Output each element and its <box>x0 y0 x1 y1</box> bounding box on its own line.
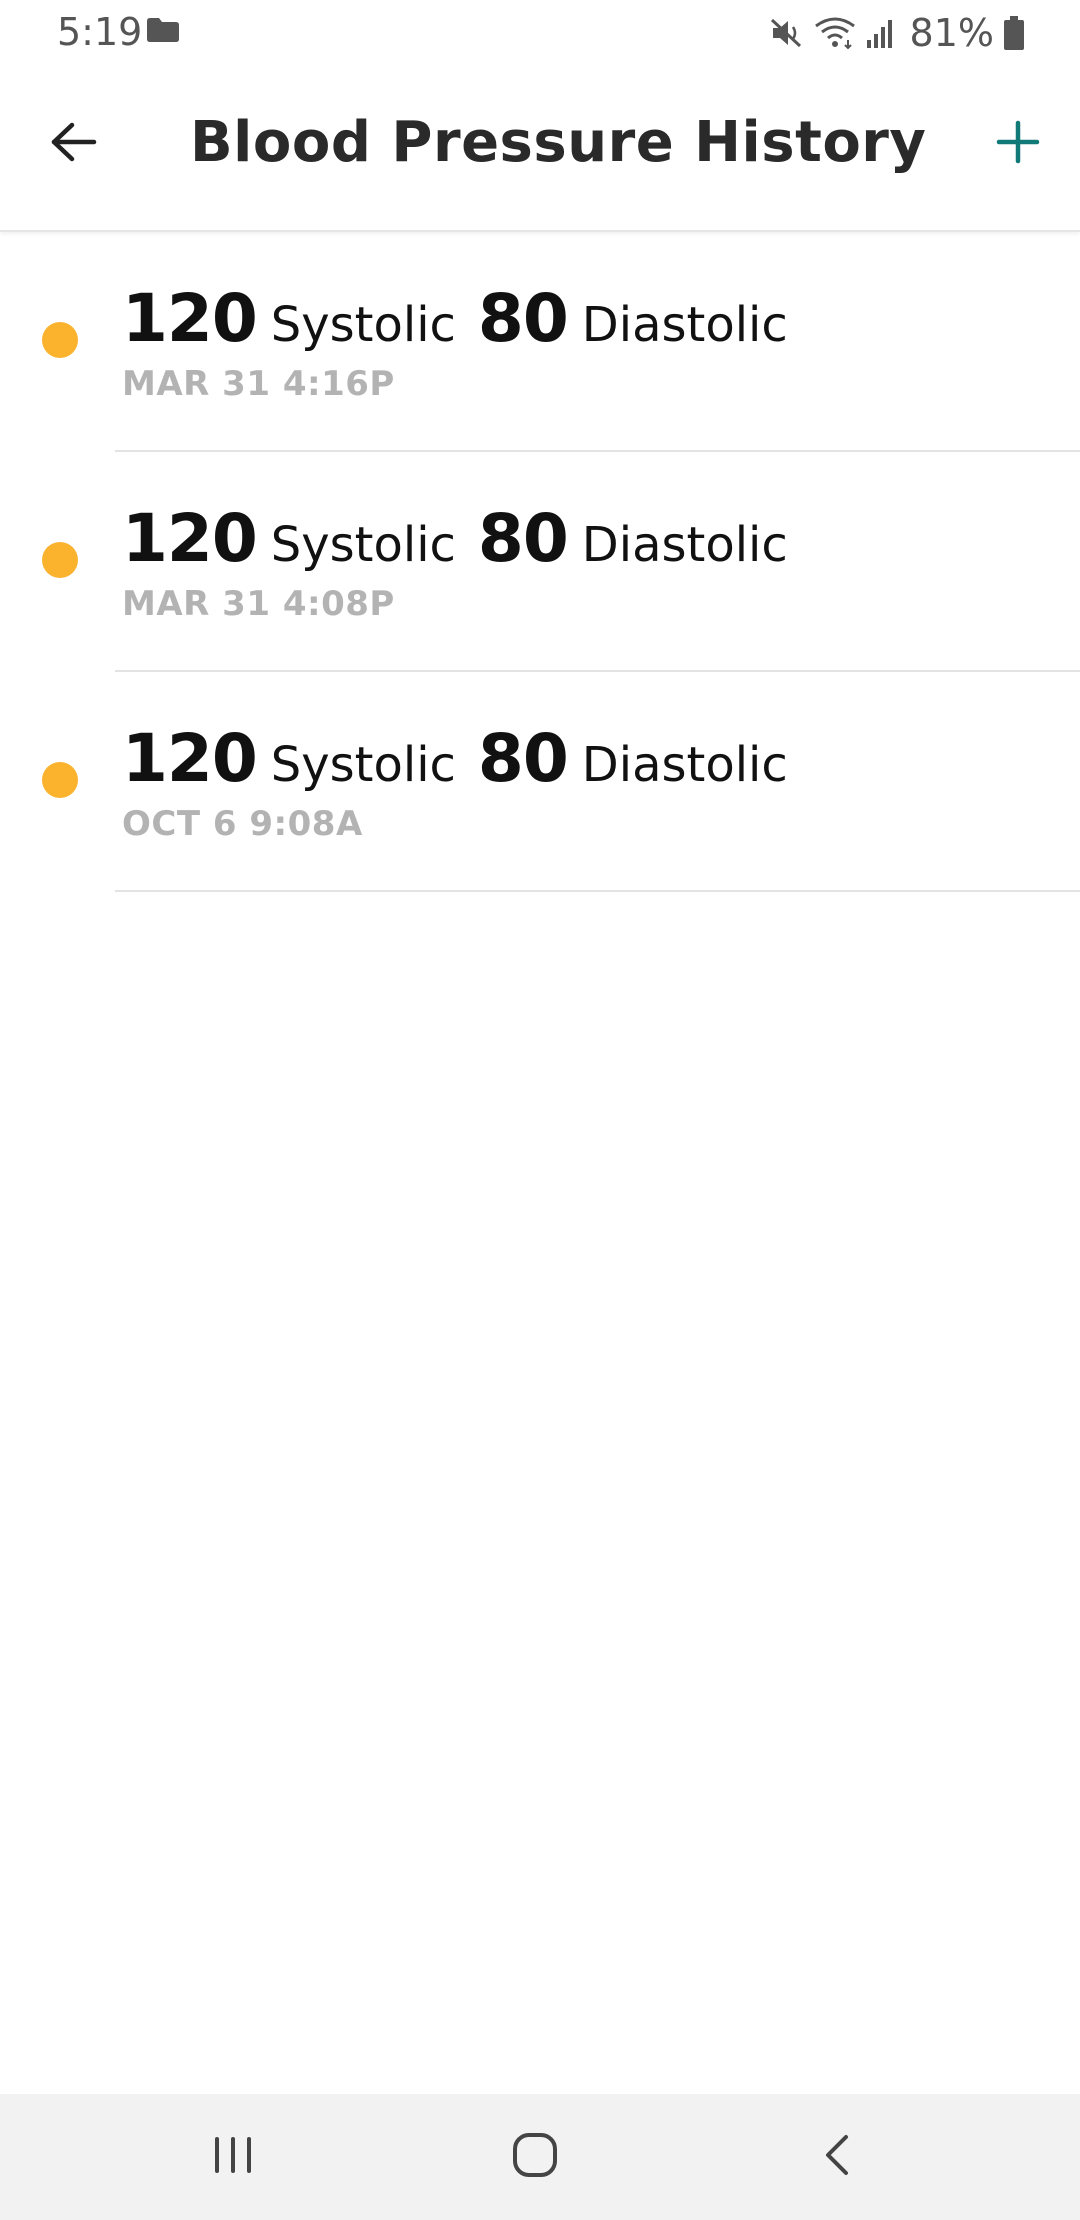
back-icon <box>822 2133 852 2182</box>
back-nav-button[interactable] <box>797 2122 877 2192</box>
reading-date: MAR 31 4:08P <box>122 584 395 624</box>
plus-icon <box>996 120 1040 169</box>
diastolic-value: 80 <box>477 500 569 577</box>
reading-values: 120 Systolic 80 Diastolic <box>122 720 788 797</box>
recent-apps-button[interactable] <box>193 2122 273 2192</box>
wifi-icon <box>814 16 856 50</box>
systolic-value: 120 <box>122 280 258 357</box>
systolic-value: 120 <box>122 500 258 577</box>
home-icon <box>511 2131 559 2184</box>
diastolic-label: Diastolic <box>581 517 788 573</box>
folder-icon <box>147 18 179 42</box>
diastolic-label: Diastolic <box>581 297 788 353</box>
systolic-label: Systolic <box>270 297 456 353</box>
reading-values: 120 Systolic 80 Diastolic <box>122 500 788 577</box>
status-time: 5:19 <box>57 10 143 54</box>
history-row[interactable]: 120 Systolic 80 Diastolic OCT 6 9:08A <box>0 672 1080 892</box>
history-row[interactable]: 120 Systolic 80 Diastolic MAR 31 4:16P <box>0 232 1080 452</box>
diastolic-value: 80 <box>477 720 569 797</box>
history-list: 120 Systolic 80 Diastolic MAR 31 4:16P 1… <box>0 232 1080 892</box>
status-dot <box>42 322 78 358</box>
systolic-value: 120 <box>122 720 258 797</box>
mute-icon <box>770 16 804 50</box>
page-title: Blood Pressure History <box>190 110 927 175</box>
app-bar: Blood Pressure History <box>0 66 1080 232</box>
arrow-left-icon <box>50 122 98 167</box>
add-reading-button[interactable] <box>982 108 1054 180</box>
diastolic-label: Diastolic <box>581 737 788 793</box>
reading-date: OCT 6 9:08A <box>122 804 363 844</box>
status-bar: 5:19 81% <box>0 0 1080 66</box>
history-row[interactable]: 120 Systolic 80 Diastolic MAR 31 4:08P <box>0 452 1080 672</box>
status-icons: 81% <box>770 10 1024 56</box>
recent-apps-icon <box>211 2135 255 2180</box>
home-button[interactable] <box>495 2122 575 2192</box>
status-dot <box>42 542 78 578</box>
row-divider <box>115 890 1080 892</box>
reading-values: 120 Systolic 80 Diastolic <box>122 280 788 357</box>
status-dot <box>42 762 78 798</box>
systolic-label: Systolic <box>270 737 456 793</box>
diastolic-value: 80 <box>477 280 569 357</box>
battery-percent: 81% <box>909 11 994 55</box>
system-nav-bar <box>0 2094 1080 2220</box>
back-button[interactable] <box>38 108 110 180</box>
reading-date: MAR 31 4:16P <box>122 364 395 404</box>
signal-icon <box>866 18 896 48</box>
battery-icon <box>1004 16 1024 50</box>
systolic-label: Systolic <box>270 517 456 573</box>
